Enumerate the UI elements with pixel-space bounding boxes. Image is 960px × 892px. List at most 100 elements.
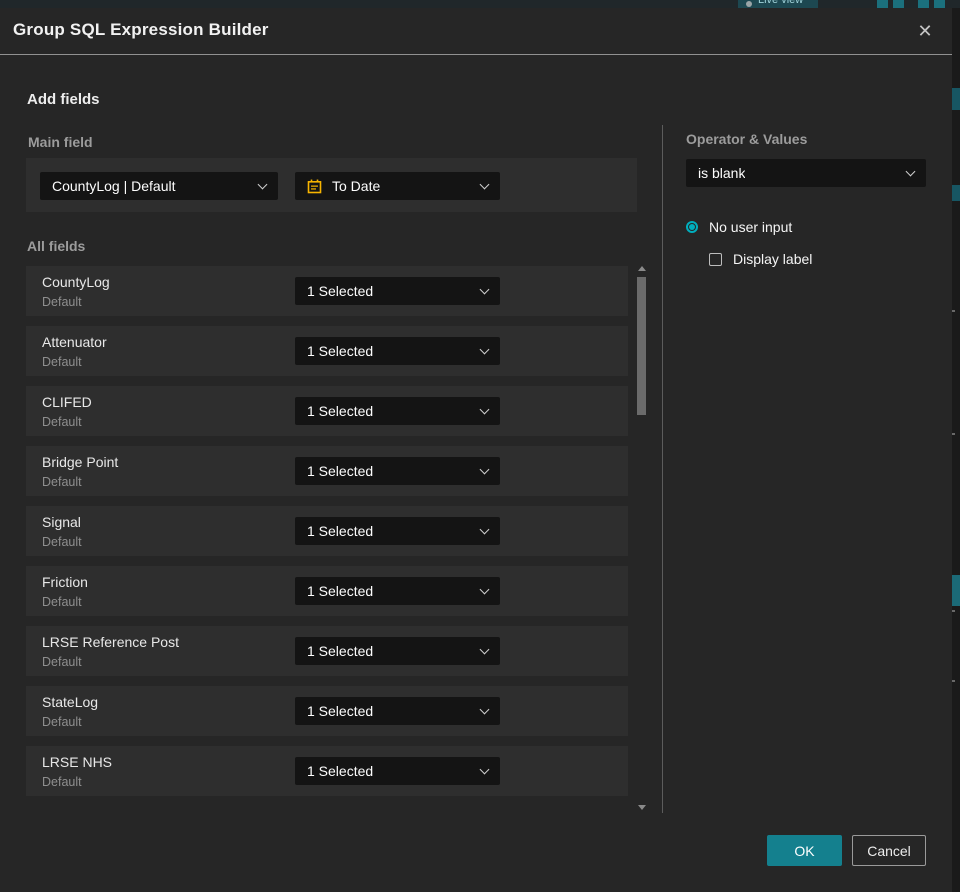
field-selection-dropdown[interactable]: 1 Selected [295,637,500,665]
all-fields-label: All fields [27,238,86,254]
chevron-down-icon [479,344,490,354]
radio-dot [689,224,695,230]
topbar-icon-fragment [877,0,888,8]
field-selection-dropdown[interactable]: 1 Selected [295,697,500,725]
chevron-down-icon [479,179,490,189]
date-type-dropdown[interactable]: To Date [295,172,500,200]
field-name: Attenuator [42,334,107,350]
main-field-dropdown[interactable]: CountyLog | Default [40,172,278,200]
field-name: Bridge Point [42,454,119,470]
field-selection-dropdown[interactable]: 1 Selected [295,457,500,485]
field-subtitle: Default [42,295,82,309]
field-selection-dropdown[interactable]: 1 Selected [295,337,500,365]
dialog-title: Group SQL Expression Builder [13,20,269,39]
field-name: LRSE Reference Post [42,634,179,650]
field-subtitle: Default [42,355,82,369]
background-fragment [952,610,955,612]
field-name: Friction [42,574,88,590]
chevron-down-icon [479,284,490,294]
background-app-topbar: Live view [0,0,960,8]
chevron-down-icon [257,179,268,189]
background-fragment [952,575,960,606]
field-selection-value: 1 Selected [307,463,374,479]
field-name: Signal [42,514,81,530]
display-label-checkbox[interactable]: ✓ [709,252,722,266]
field-subtitle: Default [42,535,82,549]
field-subtitle: Default [42,655,82,669]
topbar-icon-fragment [893,0,904,8]
chevron-down-icon [479,524,490,534]
background-fragment [952,680,955,682]
group-sql-expression-builder-dialog: Group SQL Expression Builder ✕ Add field… [0,8,952,892]
background-fragment [952,310,955,312]
chevron-down-icon [905,166,916,176]
field-selection-dropdown[interactable]: 1 Selected [295,757,500,785]
chevron-down-icon [479,704,490,714]
no-user-input-label: No user input [709,219,793,235]
field-selection-dropdown[interactable]: 1 Selected [295,397,500,425]
display-label-label: Display label [733,251,813,267]
field-selection-value: 1 Selected [307,283,374,299]
operator-dropdown-value: is blank [698,165,746,181]
field-row-clifed: CLIFED Default 1 Selected [26,386,628,436]
field-row-countylog: CountyLog Default 1 Selected [26,266,628,316]
dialog-titlebar: Group SQL Expression Builder ✕ [0,8,952,55]
operator-values-label: Operator & Values [686,131,808,147]
chevron-down-icon [479,464,490,474]
cancel-button[interactable]: Cancel [852,835,926,866]
background-fragment [952,433,955,435]
field-row-signal: Signal Default 1 Selected [26,506,628,556]
scroll-down-icon[interactable] [637,805,646,810]
all-fields-list: CountyLog Default 1 Selected Attenuator … [26,266,628,806]
live-view-label: Live view [758,0,804,6]
background-fragment [952,88,960,110]
ok-button[interactable]: OK [767,835,842,866]
background-app-right-sliver [952,8,960,892]
vertical-divider [662,125,663,813]
main-field-label: Main field [28,134,93,150]
topbar-icon-fragment [934,0,945,8]
field-row-lrse-nhs: LRSE NHS Default 1 Selected [26,746,628,796]
field-subtitle: Default [42,715,82,729]
field-row-lrse-reference-post: LRSE Reference Post Default 1 Selected [26,626,628,676]
field-selection-dropdown[interactable]: 1 Selected [295,517,500,545]
field-name: CountyLog [42,274,110,290]
no-user-input-option[interactable]: No user input [686,219,792,235]
field-name: StateLog [42,694,99,710]
fields-scrollbar [636,263,647,813]
field-name: LRSE NHS [42,754,113,770]
field-subtitle: Default [42,595,82,609]
calendar-icon [307,179,322,194]
live-view-dot-icon [746,1,752,7]
background-fragment [952,185,960,201]
field-row-attenuator: Attenuator Default 1 Selected [26,326,628,376]
field-selection-value: 1 Selected [307,643,374,659]
operator-dropdown[interactable]: is blank [686,159,926,187]
chevron-down-icon [479,584,490,594]
field-name: CLIFED [42,394,92,410]
scrollbar-thumb[interactable] [637,277,646,415]
field-selection-dropdown[interactable]: 1 Selected [295,277,500,305]
field-row-statelog: StateLog Default 1 Selected [26,686,628,736]
display-label-option[interactable]: ✓ Display label [709,251,812,267]
field-selection-value: 1 Selected [307,403,374,419]
chevron-down-icon [479,764,490,774]
date-type-dropdown-value: To Date [332,178,381,194]
field-subtitle: Default [42,475,82,489]
field-selection-value: 1 Selected [307,343,374,359]
main-field-dropdown-value: CountyLog | Default [52,178,176,194]
field-subtitle: Default [42,415,82,429]
chevron-down-icon [479,404,490,414]
no-user-input-radio[interactable] [686,221,698,233]
topbar-icon-fragment [918,0,929,8]
field-selection-value: 1 Selected [307,703,374,719]
live-view-toggle[interactable]: Live view [738,0,818,8]
close-icon[interactable]: ✕ [912,18,938,44]
field-selection-dropdown[interactable]: 1 Selected [295,577,500,605]
field-subtitle: Default [42,775,82,789]
add-fields-heading: Add fields [27,91,100,108]
field-selection-value: 1 Selected [307,523,374,539]
field-selection-value: 1 Selected [307,763,374,779]
chevron-down-icon [479,644,490,654]
scroll-up-icon[interactable] [637,266,646,271]
